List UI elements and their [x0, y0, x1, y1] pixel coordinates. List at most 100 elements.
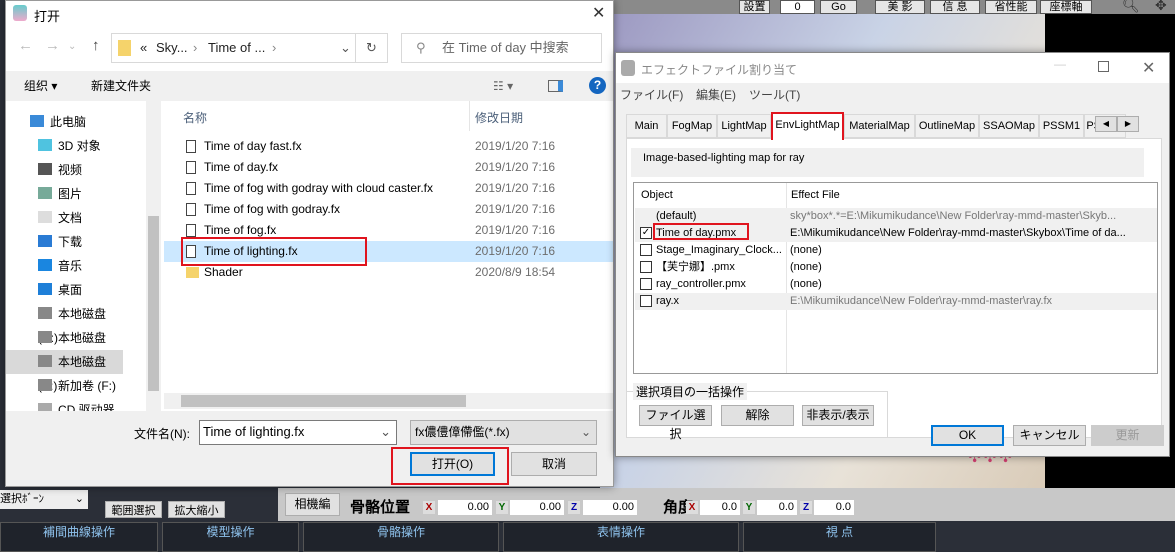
row-checkbox[interactable]	[640, 295, 652, 307]
back-icon[interactable]: ←	[18, 37, 33, 54]
zoom-button[interactable]: 拡大縮小	[168, 501, 225, 518]
setup-button[interactable]: 設置	[739, 0, 770, 14]
preview-pane-icon[interactable]	[548, 80, 563, 92]
pos-x-input[interactable]: 0.00	[438, 500, 492, 515]
sidebar-item[interactable]: 3D 对象	[6, 134, 123, 158]
sidebar-item[interactable]: 此电脑	[6, 110, 123, 134]
sidebar-item[interactable]: CD 驱动器 (G:)	[6, 398, 123, 411]
column-object[interactable]: Object	[641, 189, 673, 201]
menu-tools[interactable]: ツール(T)	[749, 86, 800, 103]
camera-edit-button[interactable]: 相機編	[285, 493, 340, 516]
column-date[interactable]: 修改日期	[475, 109, 523, 126]
performance-button[interactable]: 省性能	[985, 0, 1037, 14]
effect-row[interactable]: 【芙宁娜】.pmx (none)	[635, 259, 1157, 276]
angle-z-input[interactable]: 0.0	[814, 500, 854, 515]
effect-row[interactable]: ray_controller.pmx (none)	[635, 276, 1157, 293]
row-checkbox[interactable]	[640, 278, 652, 290]
search-input[interactable]: ⚲ 在 Time of day 中搜索	[401, 33, 602, 63]
recent-dropdown-icon[interactable]: ⌄	[68, 41, 76, 52]
cancel-button[interactable]: 取消	[511, 452, 597, 476]
tab-pssm1[interactable]: PSSM1	[1039, 114, 1084, 138]
sidebar-item[interactable]: 图片	[6, 182, 123, 206]
address-bar[interactable]: « Sky... › Time of ... › ⌄ ↻	[111, 33, 388, 63]
magnifier-icon[interactable]: 🔍︎	[1122, 0, 1140, 14]
sidebar-item[interactable]: 下载	[6, 230, 123, 254]
new-folder-button[interactable]: 新建文件夹	[91, 71, 151, 101]
help-icon[interactable]: ?	[589, 77, 606, 94]
select-file-button[interactable]: ファイル選択	[639, 405, 712, 441]
sidebar-item[interactable]: 本地磁盘 (D:)	[6, 326, 123, 369]
tab-outlinemap[interactable]: OutlineMap	[915, 114, 979, 138]
pos-z-input[interactable]: 0.00	[583, 500, 637, 515]
refresh-icon[interactable]: ↻	[355, 34, 387, 62]
filename-input[interactable]: Time of lighting.fx ⌄	[199, 420, 397, 445]
sidebar-item[interactable]: 新加卷 (F:)	[6, 374, 123, 398]
tab-materialmap[interactable]: MaterialMap	[844, 114, 915, 138]
bone-select-dropdown[interactable]: 選択ﾎﾞｰﾝ ⌄	[0, 490, 88, 509]
breadcrumb-time-of[interactable]: Time of ...	[208, 34, 265, 62]
range-select-button[interactable]: 範囲選択	[105, 501, 162, 518]
row-checkbox[interactable]	[640, 261, 652, 273]
organize-button[interactable]: 组织 ▾	[24, 71, 57, 101]
update-button[interactable]: 更新	[1091, 425, 1164, 446]
sidebar-item[interactable]: 视频	[6, 158, 123, 182]
tab-main[interactable]: Main	[626, 114, 667, 138]
tab-scroll-right[interactable]: ▶	[1117, 116, 1139, 132]
nav-scrollbar[interactable]	[146, 101, 161, 411]
tab-ssaomap[interactable]: SSAOMap	[979, 114, 1039, 138]
scrollbar-thumb[interactable]	[181, 395, 466, 407]
sidebar-item[interactable]: 音乐	[6, 254, 123, 278]
sidebar-item[interactable]: 文档	[6, 206, 123, 230]
angle-y-input[interactable]: 0.0	[757, 500, 797, 515]
breadcrumb-overflow[interactable]: «	[140, 34, 147, 62]
scrollbar-thumb[interactable]	[148, 216, 159, 391]
column-name[interactable]: 名称	[183, 109, 207, 126]
sidebar-item[interactable]: 桌面	[6, 278, 123, 302]
file-type-select[interactable]: fx儂僼傽僀儖(*.fx) ⌄	[410, 420, 597, 445]
shadow-button[interactable]: 美 影	[875, 0, 925, 14]
file-row[interactable]: Time of day fast.fx 2019/1/20 7:16	[164, 136, 613, 157]
minimize-icon[interactable]: —	[1054, 57, 1066, 71]
clear-button[interactable]: 解除	[721, 405, 794, 426]
sidebar-item[interactable]: 本地磁盘 (E:)	[6, 350, 123, 393]
effect-row[interactable]: Stage_Imaginary_Clock... (none)	[635, 242, 1157, 259]
sidebar-item[interactable]: 本地磁盘 (C:)	[6, 302, 123, 345]
forward-icon[interactable]: →	[45, 37, 60, 54]
cancel-button[interactable]: キャンセル	[1013, 425, 1086, 446]
ok-button[interactable]: OK	[931, 425, 1004, 446]
breadcrumb-separator[interactable]: ›	[272, 34, 276, 62]
tab-lightmap[interactable]: LightMap	[717, 114, 771, 138]
horizontal-scrollbar[interactable]	[164, 393, 613, 409]
breadcrumb-separator[interactable]: ›	[193, 34, 197, 62]
frame-input[interactable]: 0	[780, 0, 815, 14]
close-icon[interactable]: ✕	[1142, 58, 1155, 78]
go-button[interactable]: Go	[820, 0, 857, 14]
menu-file[interactable]: ファイル(F)	[620, 86, 683, 103]
move-icon[interactable]: ✥	[1155, 0, 1167, 14]
file-row[interactable]: Time of fog with godray.fx 2019/1/20 7:16	[164, 199, 613, 220]
panel-view: 視 点	[743, 522, 936, 552]
drive-icon	[38, 355, 52, 367]
maximize-icon[interactable]	[1098, 61, 1109, 72]
effect-row[interactable]: ✓ Time of day.pmx E:\Mikumikudance\New Fol…	[635, 223, 1157, 242]
row-checkbox[interactable]	[640, 244, 652, 256]
axis-button[interactable]: 座標軸	[1040, 0, 1092, 14]
toggle-visibility-button[interactable]: 非表示/表示	[802, 405, 874, 426]
breadcrumb-sky[interactable]: Sky...	[156, 34, 188, 62]
pos-y-input[interactable]: 0.00	[510, 500, 564, 515]
address-dropdown-icon[interactable]: ⌄	[340, 34, 351, 62]
column-file[interactable]: Effect File	[791, 189, 840, 201]
tab-envlightmap[interactable]: EnvLightMap	[771, 112, 844, 140]
view-options-icon[interactable]: ☷ ▾	[493, 71, 513, 101]
menu-edit[interactable]: 編集(E)	[696, 86, 736, 103]
close-icon[interactable]: ✕	[592, 3, 605, 23]
file-row[interactable]: Time of fog with godray with cloud caste…	[164, 178, 613, 199]
tab-scroll-left[interactable]: ◀	[1095, 116, 1117, 132]
tab-fogmap[interactable]: FogMap	[667, 114, 717, 138]
effect-row[interactable]: ray.x E:\Mikumikudance\New Folder\ray-mmd…	[635, 293, 1157, 310]
row-checkbox[interactable]: ✓	[640, 227, 652, 239]
angle-x-input[interactable]: 0.0	[700, 500, 740, 515]
file-row[interactable]: Time of day.fx 2019/1/20 7:16	[164, 157, 613, 178]
up-icon[interactable]: ↑	[92, 37, 100, 54]
info-button[interactable]: 信 息	[930, 0, 980, 14]
